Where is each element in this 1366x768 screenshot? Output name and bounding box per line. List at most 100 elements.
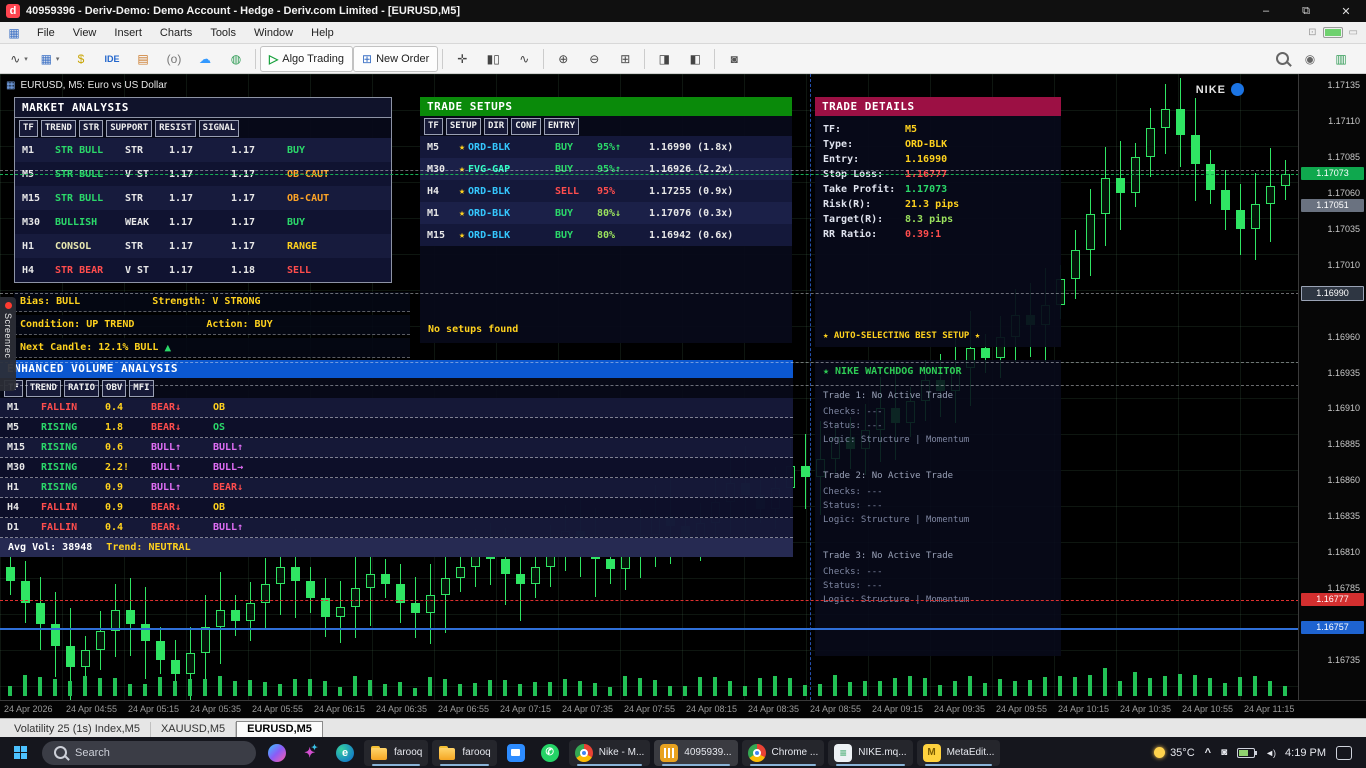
menu-window[interactable]: Window bbox=[245, 22, 302, 43]
chart-window-dropdown[interactable]: ▦▾ bbox=[35, 47, 65, 71]
va-obv: BEAR↓ bbox=[151, 422, 213, 433]
ide-button[interactable]: IDE bbox=[97, 47, 127, 71]
candle-body bbox=[516, 574, 525, 584]
chart-symbol-label: ▦ EURUSD, M5: Euro vs US Dollar bbox=[6, 80, 167, 91]
detail-label: TF: bbox=[823, 124, 905, 135]
volume-bar bbox=[458, 684, 462, 696]
crosshair-button[interactable]: ✛ bbox=[447, 47, 477, 71]
nike-mql-icon bbox=[834, 744, 852, 762]
candlestick-chart-button[interactable]: ▮▯ bbox=[478, 47, 508, 71]
volume-icon[interactable]: ◄) bbox=[1265, 748, 1275, 758]
chart-plot[interactable]: ▦ EURUSD, M5: Euro vs US Dollar NIKE MAR… bbox=[0, 74, 1299, 700]
table-row: M5★ORD-BLKBUY95%↑1.16990 (1.8x) bbox=[420, 136, 792, 158]
volume-bar bbox=[638, 678, 642, 696]
ts-entry: 1.16990 (1.8x) bbox=[649, 142, 789, 153]
detail-label: Risk(R): bbox=[823, 199, 905, 210]
chart-line-entry-level-m30 bbox=[0, 385, 1299, 386]
chart-tab-1[interactable]: Volatility 25 (1s) Index,M5 bbox=[4, 722, 151, 737]
taskbar-mt5-terminal[interactable]: 4095939... bbox=[654, 740, 737, 766]
signals-button[interactable]: (ο) bbox=[159, 47, 189, 71]
ts-confidence: 80% bbox=[597, 230, 649, 241]
taskbar-app-label: farooq bbox=[462, 747, 490, 758]
taskbar-file-explorer-farooq-2[interactable]: farooq bbox=[432, 740, 496, 766]
window-state-icon[interactable]: ⊡ bbox=[1308, 27, 1316, 38]
taskbar-zoom[interactable] bbox=[501, 740, 531, 766]
table-row: H4★ORD-BLKSELL95%1.17255 (0.9x) bbox=[420, 180, 792, 202]
taskbar-sparkles[interactable] bbox=[296, 740, 326, 766]
account-button-icon: ◉ bbox=[1305, 52, 1315, 66]
taskbar-nike-mql[interactable]: NIKE.mq... bbox=[828, 740, 912, 766]
candle-body bbox=[51, 624, 60, 646]
watchdog-trade-block: Trade 3: No Active TradeChecks: ---Statu… bbox=[815, 541, 1061, 621]
restore-button[interactable]: ⧉ bbox=[1286, 0, 1326, 22]
volume-bar bbox=[518, 684, 522, 696]
panel-toggle-icon[interactable]: ▭ bbox=[1349, 27, 1358, 38]
taskbar-search[interactable]: Search bbox=[42, 741, 256, 765]
chart-tab-2[interactable]: XAUUSD,M5 bbox=[151, 722, 236, 737]
time-axis[interactable]: 24 Apr 202624 Apr 04:5524 Apr 05:1524 Ap… bbox=[0, 700, 1366, 719]
volume-bar bbox=[1208, 678, 1212, 696]
zoom-in-button[interactable]: ⊕ bbox=[548, 47, 578, 71]
screenshot-button[interactable]: ◙ bbox=[719, 47, 749, 71]
start-button[interactable] bbox=[6, 740, 36, 766]
taskbar-chrome-window[interactable]: Chrome ... bbox=[742, 740, 825, 766]
notification-icon[interactable] bbox=[1336, 746, 1352, 760]
va-tf: M30 bbox=[7, 462, 41, 473]
ma-resist: 1.17 bbox=[231, 193, 287, 204]
dock-panel-left-button[interactable]: ◧ bbox=[680, 47, 710, 71]
clock[interactable]: 4:19 PM bbox=[1285, 747, 1326, 759]
battery-icon[interactable] bbox=[1237, 748, 1255, 758]
new-order-button[interactable]: ⊞ New Order bbox=[353, 46, 438, 72]
cloud-button[interactable]: ☁ bbox=[190, 47, 220, 71]
taskbar-file-explorer-farooq[interactable]: farooq bbox=[364, 740, 428, 766]
ma-trend: BULLISH bbox=[55, 217, 125, 228]
algo-trading-button[interactable]: ▷ Algo Trading bbox=[260, 46, 353, 72]
taskbar-edge[interactable] bbox=[330, 740, 360, 766]
candle-body bbox=[186, 653, 195, 675]
chart-profile-dropdown[interactable]: ∿▾ bbox=[4, 47, 34, 71]
weather-widget[interactable]: 35°C bbox=[1154, 747, 1195, 759]
screen-capture-icon[interactable]: ◙ bbox=[1221, 747, 1227, 758]
screenrec-label: Screenrec bbox=[3, 313, 13, 359]
menu-file[interactable]: File bbox=[28, 22, 64, 43]
price-scale[interactable]: 1.171351.171101.170851.170601.170351.170… bbox=[1298, 74, 1366, 700]
chart-tab-3[interactable]: EURUSD,M5 bbox=[236, 721, 323, 737]
candle-body bbox=[306, 581, 315, 598]
web-terminal-button[interactable]: ◍ bbox=[221, 47, 251, 71]
candle-body bbox=[441, 578, 450, 595]
candle-body bbox=[231, 610, 240, 622]
menu-insert[interactable]: Insert bbox=[105, 22, 151, 43]
minimize-button[interactable]: – bbox=[1246, 0, 1286, 22]
screenrec-overlay[interactable]: Screenrec bbox=[0, 297, 16, 391]
chart-line-take-profit-line bbox=[0, 174, 1299, 175]
zoom-out-button[interactable]: ⊖ bbox=[579, 47, 609, 71]
menu-charts[interactable]: Charts bbox=[151, 22, 201, 43]
mql-script-button[interactable]: $ bbox=[66, 47, 96, 71]
va-trend: RISING bbox=[41, 462, 105, 473]
menu-help[interactable]: Help bbox=[302, 22, 343, 43]
volume-bar bbox=[683, 686, 687, 696]
taskbar-whatsapp[interactable] bbox=[535, 740, 565, 766]
va-tf: D1 bbox=[7, 522, 41, 533]
line-chart-button[interactable]: ∿ bbox=[509, 47, 539, 71]
auto-select-message: ★ AUTO-SELECTING BEST SETUP ★ bbox=[823, 331, 980, 341]
tray-overflow-chevron-icon[interactable]: ^ bbox=[1205, 747, 1211, 759]
reports-button[interactable]: ▥ bbox=[1326, 47, 1356, 71]
taskbar-copilot[interactable] bbox=[262, 740, 292, 766]
menu-tools[interactable]: Tools bbox=[201, 22, 245, 43]
summary-value: UP TREND bbox=[86, 319, 134, 330]
taskbar-chrome-nike[interactable]: Nike - M... bbox=[569, 740, 651, 766]
chrome-nike-icon bbox=[575, 744, 593, 762]
volume-bar bbox=[173, 681, 177, 696]
price-scale-label: 1.17035 bbox=[1327, 224, 1360, 234]
tile-windows-button[interactable]: ⊞ bbox=[610, 47, 640, 71]
menu-view[interactable]: View bbox=[64, 22, 106, 43]
close-button[interactable]: ✕ bbox=[1326, 0, 1366, 22]
search-icon[interactable] bbox=[1276, 52, 1289, 65]
trade-details-panel: TRADE DETAILS TF:M5Type:ORD-BLKEntry:1.1… bbox=[815, 97, 1061, 347]
va-tf: H4 bbox=[7, 502, 41, 513]
market-bricks-button[interactable]: ▤ bbox=[128, 47, 158, 71]
dock-panel-right-button[interactable]: ◨ bbox=[649, 47, 679, 71]
account-button[interactable]: ◉ bbox=[1295, 47, 1325, 71]
taskbar-metaeditor[interactable]: MetaEdit... bbox=[917, 740, 1001, 766]
